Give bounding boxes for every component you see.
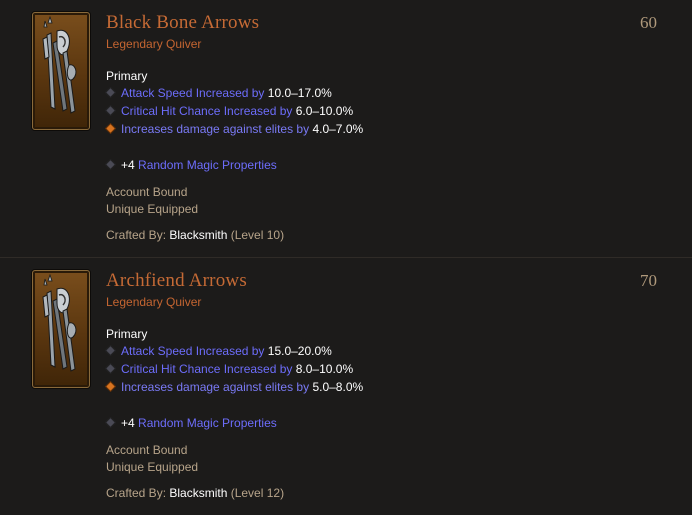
random-magic-properties: +4 Random Magic Properties — [105, 158, 277, 173]
crafter-name: Blacksmith — [169, 228, 228, 242]
account-bound-text: Account Bound — [106, 443, 188, 457]
item-card-archfiend-arrows[interactable]: Archfiend Arrows 70 Legendary Quiver Pri… — [0, 258, 692, 515]
affix-bullet-icon — [105, 159, 116, 171]
unique-equipped-text: Unique Equipped — [106, 202, 199, 216]
affix-bullet-icon — [105, 345, 116, 357]
item-type: Legendary Quiver — [106, 37, 202, 51]
crafted-by-text: Crafted By: Blacksmith (Level 10) — [106, 228, 285, 242]
affix-bullet-icon — [105, 417, 116, 429]
affix-elite-damage: Increases damage against elites by 5.0–8… — [105, 380, 363, 395]
crafted-by-text: Crafted By: Blacksmith (Level 12) — [106, 486, 285, 500]
affix-attack-speed: Attack Speed Increased by 10.0–17.0% — [105, 86, 332, 101]
crafter-name: Blacksmith — [169, 486, 228, 500]
affix-elite-damage: Increases damage against elites by 4.0–7… — [105, 122, 363, 137]
primary-heading: Primary — [106, 69, 148, 83]
affix-bullet-icon — [105, 87, 116, 99]
affix-bullet-icon — [105, 105, 116, 117]
item-type: Legendary Quiver — [106, 295, 202, 309]
quiver-arrows-icon[interactable] — [32, 12, 90, 130]
primary-heading: Primary — [106, 327, 148, 341]
random-magic-properties: +4 Random Magic Properties — [105, 416, 277, 431]
item-level: 70 — [640, 271, 657, 290]
item-card-black-bone-arrows[interactable]: Black Bone Arrows 60 Legendary Quiver Pr… — [0, 0, 692, 257]
quiver-arrows-icon[interactable] — [32, 270, 90, 388]
affix-crit-chance: Critical Hit Chance Increased by 8.0–10.… — [105, 362, 353, 377]
affix-bullet-icon — [105, 363, 116, 375]
affix-attack-speed: Attack Speed Increased by 15.0–20.0% — [105, 344, 332, 359]
item-name: Black Bone Arrows — [106, 12, 260, 33]
unique-equipped-text: Unique Equipped — [106, 460, 199, 474]
legendary-affix-bullet-icon — [105, 381, 116, 393]
item-name: Archfiend Arrows — [106, 270, 247, 291]
legendary-affix-bullet-icon — [105, 123, 116, 135]
affix-crit-chance: Critical Hit Chance Increased by 6.0–10.… — [105, 104, 353, 119]
account-bound-text: Account Bound — [106, 185, 188, 199]
item-level: 60 — [640, 13, 657, 32]
